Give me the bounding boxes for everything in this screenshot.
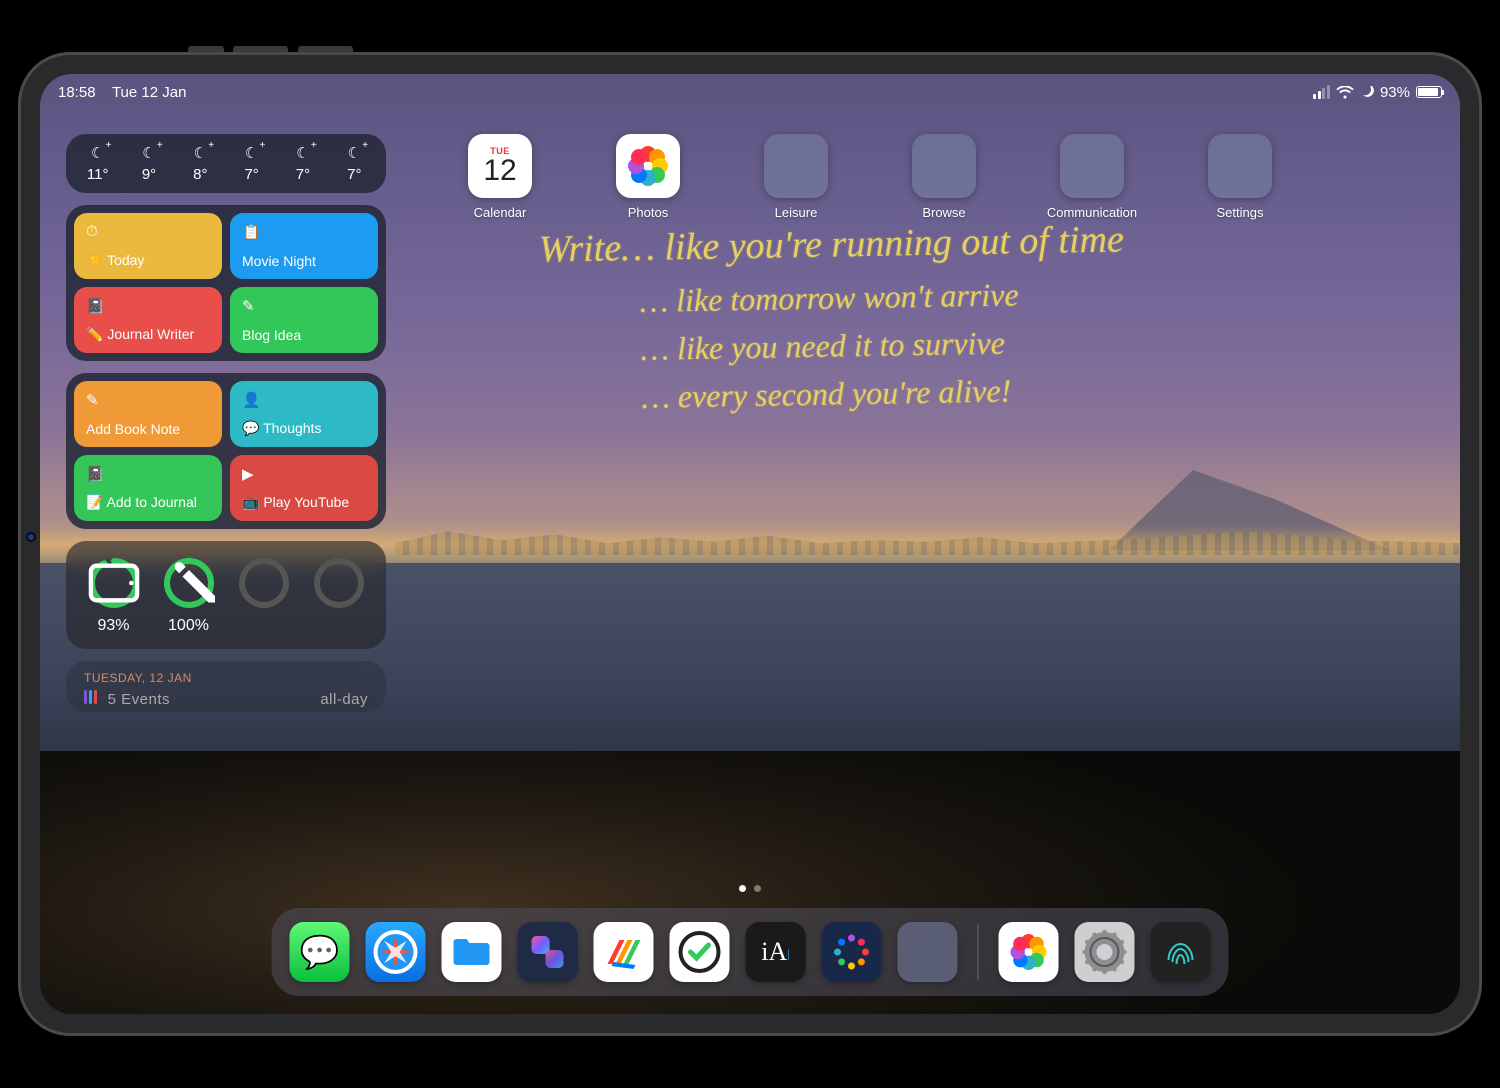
battery-icon [1416, 86, 1442, 98]
weather-widget[interactable]: ☾ 11° ☾ 9° ☾ 8° ☾ 7° ☾ 7° ☾ 7° [66, 134, 386, 193]
status-date: Tue 12 Jan [112, 84, 187, 101]
wifi-icon [1336, 86, 1354, 99]
shortcut-play youtube[interactable]: ▶ 📺 Play YouTube [230, 455, 378, 521]
app-calendar[interactable]: TUE 12 Calendar [450, 134, 550, 220]
dock: 💬 iA| [272, 908, 1229, 996]
dock-omnifocus[interactable] [670, 922, 730, 982]
dock-drafts[interactable] [822, 922, 882, 982]
shortcut-icon: 👤 [242, 391, 366, 409]
shortcut-icon: ✎ [242, 297, 366, 315]
folder-communication[interactable]: Communication [1042, 134, 1142, 220]
dock-agenda[interactable] [594, 922, 654, 982]
weather-hour: ☾ 8° [175, 144, 226, 183]
battery-ipad: 93% [84, 557, 143, 635]
widget-stack: ☾ 11° ☾ 9° ☾ 8° ☾ 7° ☾ 7° ☾ 7° ⏱ ☀️ Toda… [66, 134, 386, 724]
app-row: TUE 12 Calendar Photos Leis [450, 134, 1420, 220]
shortcut-journal writer[interactable]: 📓 ✏️ Journal Writer [74, 287, 222, 353]
shortcuts-widget-2: ✎ Add Book Note 👤 💬 Thoughts 📓 📝 Add to … [66, 373, 386, 529]
clear-night-icon: ☾ [348, 144, 361, 162]
shortcut-thoughts[interactable]: 👤 💬 Thoughts [230, 381, 378, 447]
shortcut-add book note[interactable]: ✎ Add Book Note [74, 381, 222, 447]
dock-files[interactable] [442, 922, 502, 982]
battery-pencil-pct: 100% [168, 617, 209, 635]
shortcut-today[interactable]: ⏱ ☀️ Today [74, 213, 222, 279]
dnd-moon-icon [1360, 85, 1374, 99]
shortcut-add to journal[interactable]: 📓 📝 Add to Journal [74, 455, 222, 521]
battery-ipad-pct: 93% [97, 617, 129, 635]
dock-iawriter[interactable]: iA| [746, 922, 806, 982]
dock-settings-dock[interactable] [1075, 922, 1135, 982]
weather-hour: ☾ 7° [226, 144, 277, 183]
shortcut-blog idea[interactable]: ✎ Blog Idea [230, 287, 378, 353]
ipad-icon [88, 557, 140, 609]
shortcut-icon: 📓 [86, 465, 210, 483]
cal-events: 5 Events [108, 691, 170, 708]
shortcuts-widget-1: ⏱ ☀️ Today 📋 Movie Night 📓 ✏️ Journal Wr… [66, 205, 386, 361]
app-photos[interactable]: Photos [598, 134, 698, 220]
home-screen: 18:58 Tue 12 Jan 93% ☾ 11° ☾ [40, 74, 1460, 1014]
shortcut-icon: 📋 [242, 223, 366, 241]
status-bar: 18:58 Tue 12 Jan 93% [40, 80, 1460, 104]
batteries-widget[interactable]: 93% ⚡︎ 100% [66, 541, 386, 649]
folder-browse[interactable]: Browse [894, 134, 994, 220]
status-time: 18:58 [58, 84, 96, 101]
clear-night-icon: ☾ [245, 144, 258, 162]
shortcut-movie night[interactable]: 📋 Movie Night [230, 213, 378, 279]
weather-hour: ☾ 11° [72, 144, 123, 183]
pencil-icon [163, 557, 215, 609]
shortcut-icon: ✎ [86, 391, 210, 409]
dock-messages[interactable]: 💬 [290, 922, 350, 982]
ipad-frame: 18:58 Tue 12 Jan 93% ☾ 11° ☾ [18, 52, 1482, 1036]
weather-hour: ☾ 9° [123, 144, 174, 183]
clear-night-icon: ☾ [91, 144, 104, 162]
dock-photos-dock[interactable] [999, 922, 1059, 982]
page-indicator[interactable] [739, 885, 761, 892]
cellular-icon [1313, 85, 1330, 99]
dock-touchid[interactable] [1151, 922, 1211, 982]
clear-night-icon: ☾ [296, 144, 309, 162]
shortcut-icon: ⏱ [86, 223, 210, 240]
shortcut-icon: ▶ [242, 465, 366, 483]
cal-date-label: TUESDAY, 12 JAN [84, 671, 368, 685]
dock-folder-dock[interactable] [898, 922, 958, 982]
calendar-widget-peek[interactable]: TUESDAY, 12 JAN 5 Events all-day [66, 661, 386, 712]
weather-hour: ☾ 7° [277, 144, 328, 183]
dock-shortcuts[interactable] [518, 922, 578, 982]
cal-tag: all-day [320, 691, 368, 708]
folder-leisure[interactable]: Leisure [746, 134, 846, 220]
battery-pencil: ⚡︎ 100% [159, 557, 218, 635]
handwriting-overlay: Write… like you're running out of time… … [538, 206, 1421, 422]
status-battery-pct: 93% [1380, 84, 1410, 101]
clear-night-icon: ☾ [194, 144, 207, 162]
folder-settings[interactable]: Settings [1190, 134, 1290, 220]
dock-divider [978, 924, 979, 980]
shortcut-icon: 📓 [86, 297, 210, 315]
weather-hour: ☾ 7° [329, 144, 380, 183]
dock-safari[interactable] [366, 922, 426, 982]
clear-night-icon: ☾ [142, 144, 155, 162]
